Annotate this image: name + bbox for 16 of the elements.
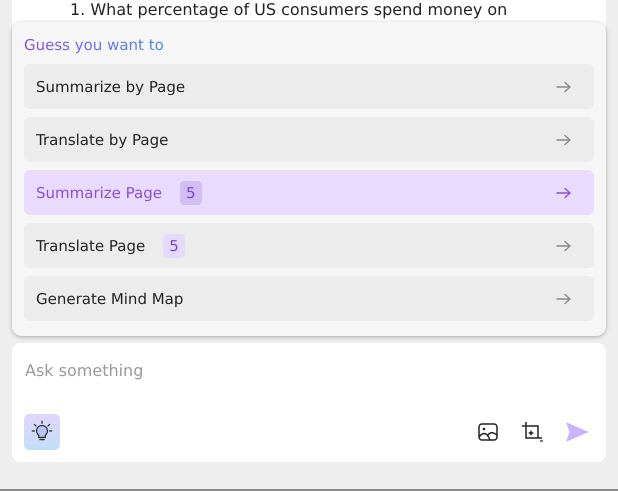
idea-button[interactable]	[24, 414, 60, 450]
arrow-icon	[556, 186, 572, 198]
suggestion-item[interactable]: Translate by Page	[24, 117, 594, 162]
suggestion-item[interactable]: Summarize Page 5	[24, 170, 594, 215]
arrow-icon	[556, 134, 572, 146]
document-text: 1. What percentage of US consumers spend money on	[70, 0, 508, 20]
arrow-icon	[556, 80, 572, 92]
suggestion-item[interactable]: Summarize by Page	[24, 64, 594, 109]
arrow-icon	[556, 240, 572, 252]
crop-icon[interactable]	[520, 420, 544, 444]
count-badge: 5	[163, 234, 185, 258]
suggestion-item[interactable]: Generate Mind Map	[24, 276, 594, 321]
arrow-icon	[556, 292, 572, 304]
count-badge: 5	[180, 180, 202, 204]
ask-field[interactable]: Ask something	[24, 357, 594, 384]
suggestion-item[interactable]: Translate Page 5	[24, 223, 594, 268]
